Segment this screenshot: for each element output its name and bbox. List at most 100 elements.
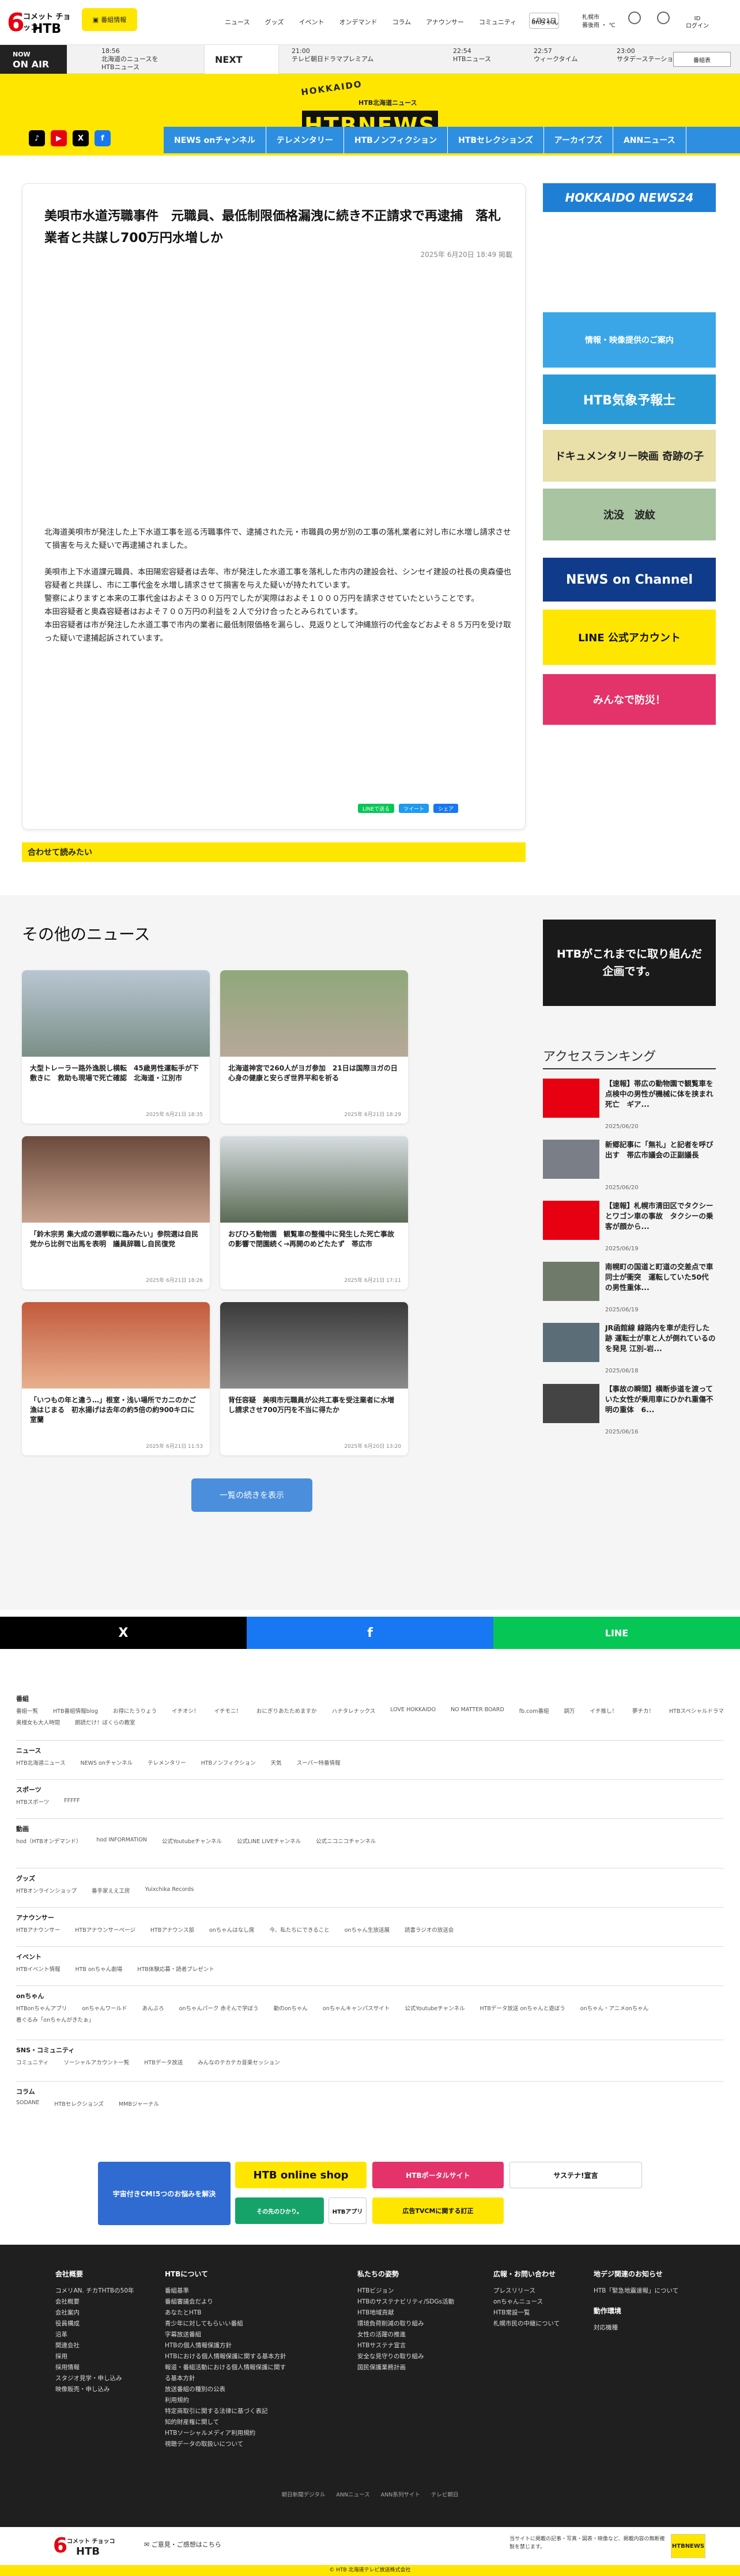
footer-col-link[interactable]: HTBソーシャルメディア利用規約	[165, 2428, 292, 2439]
ad-banner[interactable]: 宇宙付きCM!5つのお悩みを解決	[98, 2162, 231, 2225]
footer-col-link[interactable]: コメリAN. チカTHTBの50年	[55, 2286, 142, 2297]
nav-htb-selections[interactable]: HTBセレクションズ	[448, 127, 544, 153]
contact-link[interactable]: ✉ ご意見・ご感想はこちら	[144, 2540, 221, 2549]
footer-col-link[interactable]: 国民保護業務計画	[357, 2362, 461, 2373]
footer-link[interactable]: HTB番組情報blog	[53, 1707, 98, 1715]
ranking-item[interactable]: 南幌町の国道と町道の交差点で車同士が衝突 運転していた50代の男性重体... 2…	[543, 1262, 716, 1314]
footer-col-link[interactable]: HTB常設一覧	[493, 2308, 580, 2318]
ranking-item[interactable]: 新郷記事に「無礼」と記者を呼び出す 帯広市議会の正副議長 2025/06/20	[543, 1140, 716, 1191]
footer-link[interactable]: HTBonちゃんアプリ	[16, 2004, 67, 2012]
news-card[interactable]: 「いつもの年と違う…」根室・浅い場所でカニのかご漁はじまる 初水揚げは去年の約5…	[22, 1302, 210, 1455]
now-program[interactable]: 18:56 北海道のニュースを HTBニュース	[101, 47, 158, 71]
footer-link[interactable]: イチオシ！	[172, 1707, 199, 1715]
ranking-item[interactable]: 【事故の瞬間】横断歩道を渡っていた女性が乗用車にひかれ重傷不明の重体 6... …	[543, 1384, 716, 1436]
footer-link[interactable]: 天気	[271, 1758, 282, 1766]
footer-link[interactable]: ハナタレナックス	[332, 1707, 376, 1715]
footer-link[interactable]: SODANE	[16, 2100, 39, 2108]
footer-link[interactable]: 読書ラジオの放送会	[405, 1926, 454, 1934]
nav-ann-news[interactable]: ANNニュース	[613, 127, 686, 153]
footer-col-link[interactable]: 対応機種	[594, 2322, 692, 2333]
footer-link[interactable]: あんぶろ	[142, 2004, 164, 2012]
sidebar-banner-line[interactable]: LINE 公式アカウント	[543, 610, 716, 665]
bell-icon[interactable]	[657, 12, 670, 24]
footer-link[interactable]: おにぎりあたためますか	[256, 1707, 317, 1715]
more-news-button[interactable]: 一覧の続きを表示	[191, 1478, 312, 1512]
nav-community[interactable]: コミュニティ	[479, 17, 516, 27]
htb-logo[interactable]: 6 コメット チョッコ HTB	[7, 6, 75, 38]
footer-col-link[interactable]: 利用規約	[165, 2395, 292, 2406]
footer-link[interactable]: HTBノンフィクション	[201, 1758, 256, 1766]
weather-widget[interactable]: 札幌市 曇後雨 ・ ℃	[582, 14, 616, 30]
ranking-item[interactable]: JR函館線 線路内を車が走行した跡 運転士が車と人が倒れているのを発見 江別-岩…	[543, 1323, 716, 1375]
footer-col-link[interactable]: HTBビジョン	[357, 2286, 461, 2297]
sidebar-banner-news-on-channel[interactable]: NEWS on Channel	[543, 558, 716, 602]
footer-col-link[interactable]: 会社概要	[55, 2297, 142, 2308]
footer-link[interactable]: 奥様女も大人時間	[16, 1718, 60, 1726]
footer-col-link[interactable]: HTBのサステナビリティ/SDGs活動	[357, 2297, 461, 2308]
sidebar-banner-weather[interactable]: HTB気象予報士	[543, 375, 716, 424]
footer-link[interactable]: HTBアナウンサー	[16, 1926, 60, 1934]
footer-col-link[interactable]: HTBサステナ宣言	[357, 2340, 461, 2351]
footer-col-link[interactable]: スタジオ見学・申し込み	[55, 2373, 142, 2384]
footer-link[interactable]: ソーシャルアカウント一覧	[63, 2058, 129, 2066]
nav-ondemand[interactable]: オンデマンド	[339, 17, 377, 27]
htb-project-banner[interactable]: HTBがこれまでに取り組んだ企画です。	[543, 920, 716, 1006]
footer-link[interactable]: みんなのテカテカ音楽セッション	[198, 2058, 280, 2066]
nav-event[interactable]: イベント	[299, 17, 324, 27]
footer-link[interactable]: 調万	[564, 1707, 575, 1715]
footer-link[interactable]: onちゃんはなし席	[209, 1926, 254, 1934]
footer-col-link[interactable]: HTB「緊急地震速報」について	[594, 2286, 692, 2297]
footer-link[interactable]: 番組一覧	[16, 1707, 38, 1715]
footer-col-link[interactable]: onちゃんニュース	[493, 2297, 580, 2308]
tiktok-icon[interactable]: ♪	[29, 130, 45, 146]
footer-link[interactable]: 朗読だけ！ぼくらの教室	[75, 1718, 135, 1726]
footer-col-link[interactable]: 知的財産権に関して	[165, 2417, 292, 2428]
sidebar-banner-kiseki[interactable]: ドキュメンタリー映画 奇跡の子	[543, 430, 716, 482]
ad-banner[interactable]: 広告TVCMに関する訂正	[372, 2197, 504, 2224]
news-card[interactable]: おびひろ動物園 観覧車の整備中に発生した死亡事故の影響で閉園続く→再開のめどたた…	[220, 1136, 408, 1289]
nav-goods[interactable]: グッズ	[265, 17, 284, 27]
footer-col-link[interactable]: 映像販売・申し込み	[55, 2384, 142, 2395]
ad-banner[interactable]: サステナ!宣言	[509, 2162, 642, 2188]
nav-column[interactable]: コラム	[392, 17, 411, 27]
news-card[interactable]: 背任容疑 美唄市元職員が公共工事を受注業者に水増し請求させ700万円を不当に得た…	[220, 1302, 408, 1455]
date-button[interactable]: 6月21日	[529, 13, 559, 29]
footer-col-link[interactable]: 報道・番組活動における個人情報保護に関する基本方針	[165, 2362, 292, 2384]
news-card[interactable]: 北海道神宮で260人がヨガ参加 21日は国際ヨガの日 心身の健康と安らぎ世界平和…	[220, 970, 408, 1124]
footer-col-link[interactable]: HTBの個人情報保護方針	[165, 2340, 292, 2351]
footer-link[interactable]: hod INFORMATION	[96, 1837, 146, 1845]
tweet-button[interactable]: ツイート	[399, 804, 429, 813]
ad-banner[interactable]: その先のひかり。	[235, 2197, 324, 2224]
partner-links[interactable]: 朝日新聞デジタル ANNニュース ANN系列サイト テレビ朝日	[0, 2490, 740, 2498]
footer-link[interactable]: 公式Youtubeチャンネル	[162, 1837, 222, 1845]
ranking-item[interactable]: 【速報】帯広の動物園で観覧車を点検中の男性が機械に体を挟まれ死亡 ギア... 2…	[543, 1079, 716, 1130]
footer-link[interactable]: LOVE HOKKAIDO	[390, 1707, 436, 1715]
nav-htb-nonfiction[interactable]: HTBノンフィクション	[344, 127, 448, 153]
footer-link[interactable]: 公式LINE LIVEチャンネル	[237, 1837, 301, 1845]
footer-link[interactable]: HTB北海道ニュース	[16, 1758, 66, 1766]
footer-link[interactable]: Yuixchika Records	[145, 1886, 194, 1894]
footer-link[interactable]: onちゃん・アニメonちゃん	[580, 2004, 648, 2012]
next-program[interactable]: 22:57 ウィークタイム	[534, 47, 577, 63]
nav-news-on-channel[interactable]: NEWS onチャンネル	[164, 127, 266, 153]
footer-col-link[interactable]: 役員構成	[55, 2318, 142, 2329]
footer-col-link[interactable]: あなたとHTB	[165, 2308, 292, 2318]
sidebar-banner-news24[interactable]: HOKKAIDO NEWS24	[543, 183, 716, 212]
footer-link[interactable]: コミュニティ	[16, 2058, 48, 2066]
share-facebook-button[interactable]: f	[247, 1617, 493, 1649]
line-share-button[interactable]: LINEで送る	[358, 804, 395, 813]
footer-link[interactable]: FFFFF	[64, 1798, 80, 1806]
footer-link[interactable]: 公式Youtubeチャンネル	[405, 2004, 465, 2012]
footer-link[interactable]: fb.com番組	[519, 1707, 549, 1715]
footer-link[interactable]: テレメンタリー	[148, 1758, 186, 1766]
share-line-button[interactable]: LINE	[493, 1617, 740, 1649]
x-icon[interactable]: X	[73, 130, 89, 146]
footer-link[interactable]: onちゃんキャンパスサイト	[323, 2004, 390, 2012]
footer-col-link[interactable]: 沿革	[55, 2329, 142, 2340]
facebook-icon[interactable]: f	[95, 130, 111, 146]
next-program[interactable]: 22:54 HTBニュース	[453, 47, 491, 63]
footer-logo[interactable]: 6 コメット チョッコ HTB	[53, 2534, 122, 2559]
nav-archives[interactable]: アーカイブズ	[544, 127, 613, 153]
news-card[interactable]: 大型トレーラー路外逸脱し横転 45歳男性運転手が下敷きに 救助も現場で死亡確認 …	[22, 970, 210, 1124]
footer-link[interactable]: onちゃん生放送展	[345, 1926, 390, 1934]
